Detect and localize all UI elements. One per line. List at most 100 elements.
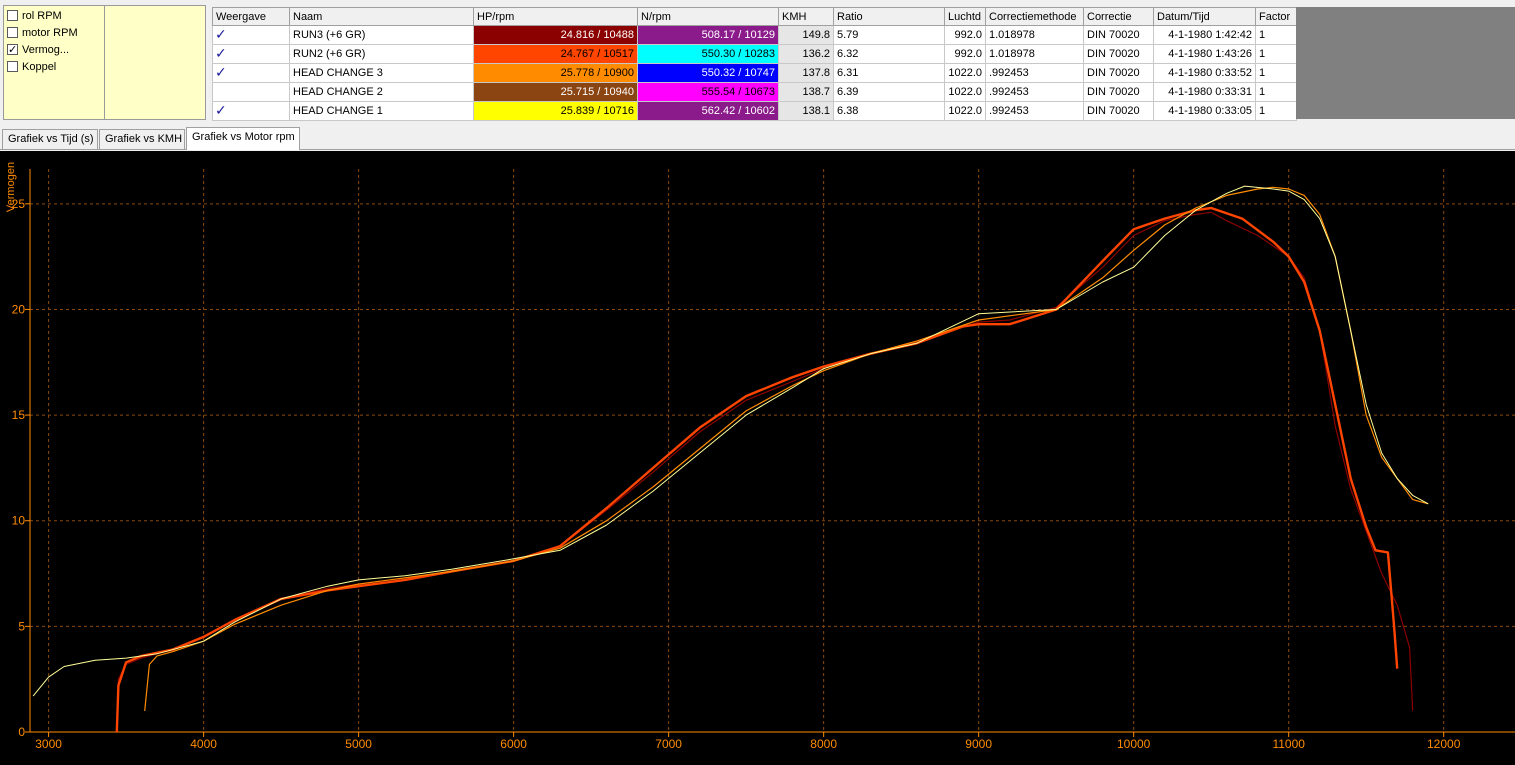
correctie-cell: DIN 70020 bbox=[1083, 25, 1154, 45]
datum-tijd-cell: 4-1-1980 1:42:42 bbox=[1153, 25, 1256, 45]
hp-rpm-cell: 24.767 / 10517 bbox=[473, 44, 638, 64]
header-weergave[interactable]: Weergave bbox=[212, 7, 290, 26]
tab-grafiek-vs-tijd[interactable]: Grafiek vs Tijd (s) bbox=[2, 129, 98, 149]
factor-cell: 1 bbox=[1255, 44, 1297, 64]
factor-cell: 1 bbox=[1255, 63, 1297, 83]
ratio-cell: 5.79 bbox=[833, 25, 945, 45]
luchtd-cell: 1022.0 bbox=[944, 101, 986, 121]
header-naam[interactable]: Naam bbox=[289, 7, 474, 26]
x-tick-label: 12000 bbox=[1427, 737, 1461, 751]
runs-table: Weergave Naam HP/rpm N/rpm KMH Ratio Luc… bbox=[212, 7, 1297, 121]
header-correctie[interactable]: Correctie bbox=[1083, 7, 1154, 26]
y-axis-label: Vermogen bbox=[5, 162, 17, 212]
datum-tijd-cell: 4-1-1980 0:33:31 bbox=[1153, 82, 1256, 102]
correctiemethode-cell: .992453 bbox=[985, 82, 1084, 102]
factor-cell: 1 bbox=[1255, 82, 1297, 102]
name-cell: HEAD CHANGE 1 bbox=[289, 101, 474, 121]
name-cell: HEAD CHANGE 3 bbox=[289, 63, 474, 83]
checkbox-vermogen[interactable]: Vermog... bbox=[7, 42, 69, 59]
table-row[interactable]: HEAD CHANGE 2 25.715 / 10940 555.54 / 1067… bbox=[212, 82, 1297, 102]
n-rpm-cell: 562.42 / 10602 bbox=[637, 101, 779, 121]
name-cell: RUN3 (+6 GR) bbox=[289, 25, 474, 45]
header-luchtd[interactable]: Luchtd bbox=[944, 7, 986, 26]
checkbox-motor-rpm[interactable]: motor RPM bbox=[7, 26, 78, 42]
correctie-cell: DIN 70020 bbox=[1083, 44, 1154, 64]
kmh-cell: 138.7 bbox=[778, 82, 834, 102]
x-tick-label: 5000 bbox=[345, 737, 372, 751]
header-kmh[interactable]: KMH bbox=[778, 7, 834, 26]
checkbox-icon[interactable] bbox=[7, 27, 18, 38]
header-n-rpm[interactable]: N/rpm bbox=[637, 7, 779, 26]
checkbox-icon[interactable] bbox=[7, 10, 18, 21]
hp-rpm-cell: 24.816 / 10488 bbox=[473, 25, 638, 45]
n-rpm-cell: 550.30 / 10283 bbox=[637, 44, 779, 64]
n-rpm-cell: 550.32 / 10747 bbox=[637, 63, 779, 83]
x-tick-label: 6000 bbox=[500, 737, 527, 751]
x-tick-label: 4000 bbox=[190, 737, 217, 751]
header-correctiemethode[interactable]: Correctiemethode bbox=[985, 7, 1084, 26]
channel-checkbox-panel: rol RPM motor RPM Vermog... Koppel bbox=[3, 5, 105, 120]
ratio-cell: 6.31 bbox=[833, 63, 945, 83]
kmh-cell: 137.8 bbox=[778, 63, 834, 83]
correctiemethode-cell: .992453 bbox=[985, 63, 1084, 83]
checkbox-checked-icon[interactable] bbox=[7, 42, 18, 57]
checkbox-icon[interactable] bbox=[7, 61, 18, 72]
weergave-cell[interactable]: ✓ bbox=[212, 101, 290, 121]
channel-panel-empty bbox=[105, 5, 206, 120]
header-ratio[interactable]: Ratio bbox=[833, 7, 945, 26]
correctie-cell: DIN 70020 bbox=[1083, 63, 1154, 83]
visible-checkmark-icon[interactable]: ✓ bbox=[215, 103, 227, 119]
hp-rpm-cell: 25.778 / 10900 bbox=[473, 63, 638, 83]
table-row[interactable]: ✓ HEAD CHANGE 1 25.839 / 10716 562.42 / 106… bbox=[212, 101, 1297, 121]
checkbox-label: rol RPM bbox=[22, 10, 62, 22]
weergave-cell[interactable] bbox=[212, 82, 290, 102]
checkbox-rol-rpm[interactable]: rol RPM bbox=[7, 9, 62, 25]
table-empty-area bbox=[1296, 7, 1515, 119]
tab-grafiek-vs-motor-rpm[interactable]: Grafiek vs Motor rpm bbox=[186, 127, 300, 150]
luchtd-cell: 1022.0 bbox=[944, 63, 986, 83]
checkbox-label: motor RPM bbox=[22, 27, 78, 39]
weergave-cell[interactable]: ✓ bbox=[212, 44, 290, 64]
kmh-cell: 149.8 bbox=[778, 25, 834, 45]
x-tick-label: 11000 bbox=[1272, 737, 1305, 751]
n-rpm-cell: 508.17 / 10129 bbox=[637, 25, 779, 45]
datum-tijd-cell: 4-1-1980 0:33:52 bbox=[1153, 63, 1256, 83]
table-row[interactable]: ✓ RUN2 (+6 GR) 24.767 / 10517 550.30 / 1028… bbox=[212, 44, 1297, 64]
correctiemethode-cell: 1.018978 bbox=[985, 25, 1084, 45]
power-vs-rpm-chart: 3000 4000 5000 6000 7000 8000 9000 10000 11000 12… bbox=[0, 151, 1515, 765]
y-tick-label: 0 bbox=[18, 725, 25, 739]
correctiemethode-cell: .992453 bbox=[985, 101, 1084, 121]
header-hp-rpm[interactable]: HP/rpm bbox=[473, 7, 638, 26]
factor-cell: 1 bbox=[1255, 25, 1297, 45]
visible-checkmark-icon[interactable]: ✓ bbox=[215, 27, 227, 43]
table-row[interactable]: ✓ RUN3 (+6 GR) 24.816 / 10488 508.17 / 1012… bbox=[212, 25, 1297, 45]
table-row[interactable]: ✓ HEAD CHANGE 3 25.778 / 10900 550.32 / 107… bbox=[212, 63, 1297, 83]
kmh-cell: 136.2 bbox=[778, 44, 834, 64]
weergave-cell[interactable]: ✓ bbox=[212, 63, 290, 83]
visible-checkmark-icon[interactable]: ✓ bbox=[215, 46, 227, 62]
ratio-cell: 6.38 bbox=[833, 101, 945, 121]
y-tick-label: 20 bbox=[12, 302, 26, 316]
name-cell: RUN2 (+6 GR) bbox=[289, 44, 474, 64]
y-tick-label: 10 bbox=[12, 514, 26, 528]
visible-checkmark-icon[interactable]: ✓ bbox=[215, 65, 227, 81]
top-panel: rol RPM motor RPM Vermog... Koppel Weerg… bbox=[0, 0, 1515, 126]
correctiemethode-cell: 1.018978 bbox=[985, 44, 1084, 64]
luchtd-cell: 992.0 bbox=[944, 44, 986, 64]
checkbox-koppel[interactable]: Koppel bbox=[7, 60, 56, 76]
kmh-cell: 138.1 bbox=[778, 101, 834, 121]
hp-rpm-cell: 25.839 / 10716 bbox=[473, 101, 638, 121]
x-tick-label: 10000 bbox=[1117, 737, 1151, 751]
weergave-cell[interactable]: ✓ bbox=[212, 25, 290, 45]
header-datum-tijd[interactable]: Datum/Tijd bbox=[1153, 7, 1256, 26]
header-factor[interactable]: Factor bbox=[1255, 7, 1297, 26]
x-tick-label: 7000 bbox=[655, 737, 682, 751]
name-cell: HEAD CHANGE 2 bbox=[289, 82, 474, 102]
correctie-cell: DIN 70020 bbox=[1083, 82, 1154, 102]
tab-grafiek-vs-kmh[interactable]: Grafiek vs KMH bbox=[99, 129, 185, 149]
n-rpm-cell: 555.54 / 10673 bbox=[637, 82, 779, 102]
y-tick-label: 5 bbox=[18, 619, 25, 633]
luchtd-cell: 1022.0 bbox=[944, 82, 986, 102]
datum-tijd-cell: 4-1-1980 1:43:26 bbox=[1153, 44, 1256, 64]
factor-cell: 1 bbox=[1255, 101, 1297, 121]
